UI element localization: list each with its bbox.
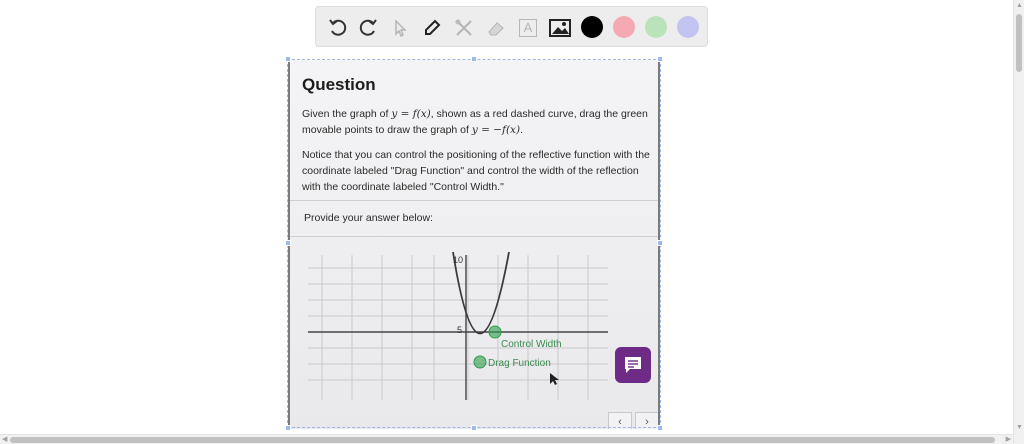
color-black-swatch[interactable]	[581, 16, 603, 38]
resize-handle[interactable]	[471, 425, 477, 431]
image-icon[interactable]	[548, 16, 572, 40]
answer-prompt: Provide your answer below:	[304, 212, 433, 224]
control-width-label: Control Width	[501, 339, 562, 350]
scroll-down-icon[interactable]: ▼	[1016, 424, 1023, 432]
chat-button[interactable]	[615, 347, 651, 383]
drag-function-point[interactable]	[473, 355, 487, 369]
control-width-point[interactable]	[488, 325, 502, 339]
horizontal-scroll-thumb[interactable]	[10, 437, 995, 443]
color-green-swatch[interactable]	[645, 16, 667, 38]
chat-icon	[625, 357, 641, 373]
question-instructions: Given the graph of y = f(x), shown as a …	[302, 108, 648, 136]
next-button[interactable]: ›	[635, 412, 658, 429]
question-title: Question	[302, 75, 376, 94]
resize-handle[interactable]	[657, 56, 663, 62]
resize-handle[interactable]	[285, 425, 291, 431]
question-notice: Notice that you can control the position…	[302, 149, 650, 193]
resize-handle[interactable]	[657, 425, 663, 431]
vertical-scrollbar[interactable]: ▲ ▼	[1013, 0, 1024, 444]
scroll-right-icon[interactable]: ▶	[1006, 435, 1011, 444]
answer-graph[interactable]: 10 5 Control Width Drag Function	[308, 250, 608, 400]
redo-icon[interactable]	[356, 16, 380, 40]
resize-handle[interactable]	[285, 56, 291, 62]
horizontal-scrollbar[interactable]: ◀ ▶	[0, 434, 1013, 444]
eraser-icon[interactable]	[484, 16, 508, 40]
y-tick-label: 5	[457, 325, 462, 335]
undo-icon[interactable]	[326, 16, 350, 40]
resize-handle[interactable]	[471, 56, 477, 62]
cursor-icon[interactable]	[388, 16, 412, 40]
color-pink-swatch[interactable]	[613, 16, 635, 38]
text-icon[interactable]: A	[516, 16, 540, 40]
scroll-up-icon[interactable]: ▲	[1016, 2, 1023, 10]
pen-icon[interactable]	[420, 16, 444, 40]
pager: ‹ ›	[608, 412, 658, 429]
tools-icon[interactable]	[452, 16, 476, 40]
prev-button[interactable]: ‹	[608, 412, 632, 429]
divider	[290, 200, 658, 201]
drag-function-label: Drag Function	[488, 358, 551, 369]
resize-handle[interactable]	[657, 240, 663, 246]
divider	[290, 236, 658, 237]
vertical-scroll-thumb[interactable]	[1016, 14, 1022, 72]
question-photo[interactable]: Question Given the graph of y = f(x), sh…	[288, 60, 660, 429]
scroll-left-icon[interactable]: ◀	[2, 435, 7, 444]
color-purple-swatch[interactable]	[677, 16, 699, 38]
drawing-toolbar: A	[315, 6, 708, 47]
resize-handle[interactable]	[285, 240, 291, 246]
